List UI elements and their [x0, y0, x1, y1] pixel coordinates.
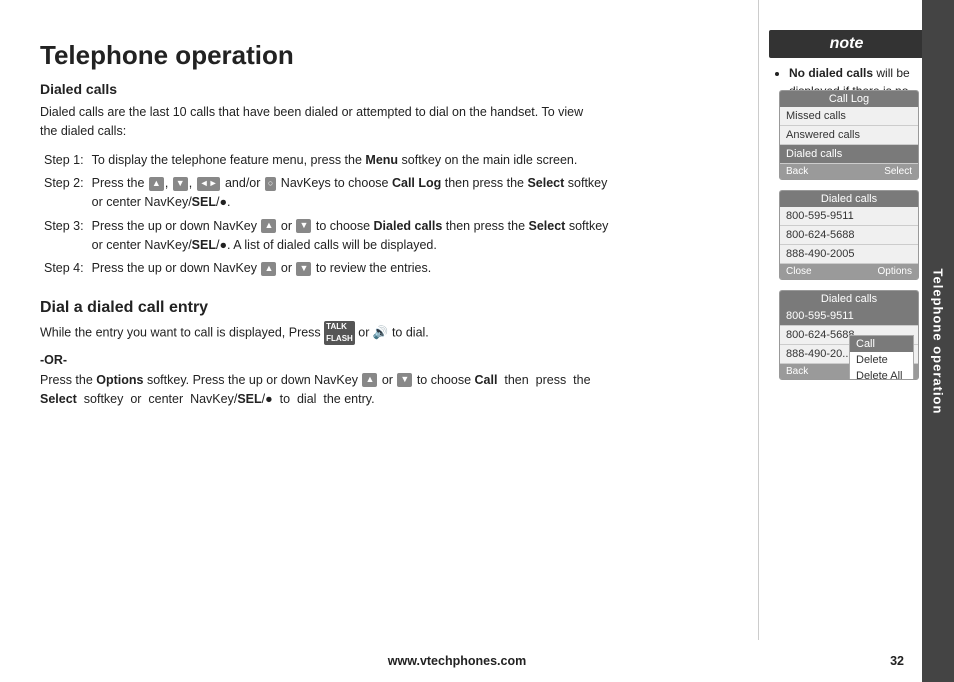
steps-table: Step 1: To display the telephone feature… — [40, 149, 620, 281]
screen1-select-btn[interactable]: Select — [884, 166, 912, 177]
context-menu-call[interactable]: Call — [850, 336, 913, 352]
step1-label: Step 1: — [40, 149, 88, 172]
divider-line — [758, 0, 759, 640]
nav-icon-up3: ▲ — [261, 262, 276, 276]
context-menu-delete-all[interactable]: Delete All — [850, 368, 913, 380]
sidebar-tab-label: Telephone operation — [931, 268, 946, 414]
main-content: Telephone operation Dialed calls Dialed … — [0, 0, 760, 660]
step2-text: Press the ▲, ▼, ◄► and/or ○ NavKeys to c… — [88, 172, 620, 215]
section2-options-text: Press the Options softkey. Press the up … — [40, 371, 600, 410]
section1-heading: Dialed calls — [40, 81, 730, 97]
nav-icon-down: ▼ — [173, 177, 188, 191]
step-row: Step 3: Press the up or down NavKey ▲ or… — [40, 215, 620, 258]
screen1-item-missed: Missed calls — [780, 107, 918, 126]
step-row: Step 2: Press the ▲, ▼, ◄► and/or ○ NavK… — [40, 172, 620, 215]
page-title: Telephone operation — [40, 40, 730, 71]
nav-icon-down3: ▼ — [296, 262, 311, 276]
step4-text: Press the up or down NavKey ▲ or ▼ to re… — [88, 257, 620, 280]
section2-heading: Dial a dialed call entry — [40, 299, 730, 317]
step2-label: Step 2: — [40, 172, 88, 215]
screen1-item-dialed: Dialed calls — [780, 145, 918, 164]
step3-text: Press the up or down NavKey ▲ or ▼ to ch… — [88, 215, 620, 258]
screen1-back-btn[interactable]: Back — [786, 166, 808, 177]
screen1-item-answered: Answered calls — [780, 126, 918, 145]
screen3-title: Dialed calls — [780, 291, 918, 307]
step4-label: Step 4: — [40, 257, 88, 280]
step-row: Step 1: To display the telephone feature… — [40, 149, 620, 172]
nav-icon-up4: ▲ — [362, 373, 377, 387]
section2-intro: While the entry you want to call is disp… — [40, 321, 600, 345]
sidebar-tab: Telephone operation — [922, 0, 954, 682]
nav-icon-down4: ▼ — [397, 373, 412, 387]
screen3-item-1: 800-595-9511 — [780, 307, 918, 326]
screen3-item-3-text: 888-490-20... — [786, 348, 851, 360]
screen2-bottom-bar: Close Options — [780, 264, 918, 279]
step1-text: To display the telephone feature menu, p… — [88, 149, 620, 172]
page-number: 32 — [890, 654, 904, 668]
talk-icon: TALKFLASH — [324, 321, 355, 345]
note-header: note — [769, 30, 924, 58]
screen2-close-btn[interactable]: Close — [786, 266, 812, 277]
nav-icon-up: ▲ — [149, 177, 164, 191]
step-row: Step 4: Press the up or down NavKey ▲ or… — [40, 257, 620, 280]
speaker-icon: 🔊 — [373, 325, 389, 339]
nav-icon-up2: ▲ — [261, 219, 276, 233]
context-menu: Call Delete Delete All — [849, 335, 914, 380]
nav-icon-center: ○ — [265, 177, 276, 191]
screen2-item-3: 888-490-2005 — [780, 245, 918, 264]
screen2-item-1: 800-595-9511 — [780, 207, 918, 226]
phone-screen-3: Dialed calls 800-595-9511 800-624-5688 8… — [779, 290, 919, 380]
screen3-item-3: 888-490-20... Call Delete Delete All — [780, 345, 918, 364]
context-menu-delete[interactable]: Delete — [850, 352, 913, 368]
phone-screen-1: Call Log Missed calls Answered calls Dia… — [779, 90, 919, 180]
footer-url: www.vtechphones.com — [0, 654, 914, 668]
screen1-bottom-bar: Back Select — [780, 164, 918, 179]
or-text: -OR- — [40, 353, 730, 367]
nav-icon-lr: ◄► — [197, 177, 221, 191]
section1-intro: Dialed calls are the last 10 calls that … — [40, 103, 600, 141]
phone-screenshots: Call Log Missed calls Answered calls Dia… — [779, 90, 924, 380]
screen2-options-btn[interactable]: Options — [878, 266, 912, 277]
screen2-title: Dialed calls — [780, 191, 918, 207]
screen3-back-btn[interactable]: Back — [786, 366, 808, 377]
screen1-title: Call Log — [780, 91, 918, 107]
screen2-item-2: 800-624-5688 — [780, 226, 918, 245]
nav-icon-down2: ▼ — [296, 219, 311, 233]
phone-screen-2: Dialed calls 800-595-9511 800-624-5688 8… — [779, 190, 919, 280]
step3-label: Step 3: — [40, 215, 88, 258]
